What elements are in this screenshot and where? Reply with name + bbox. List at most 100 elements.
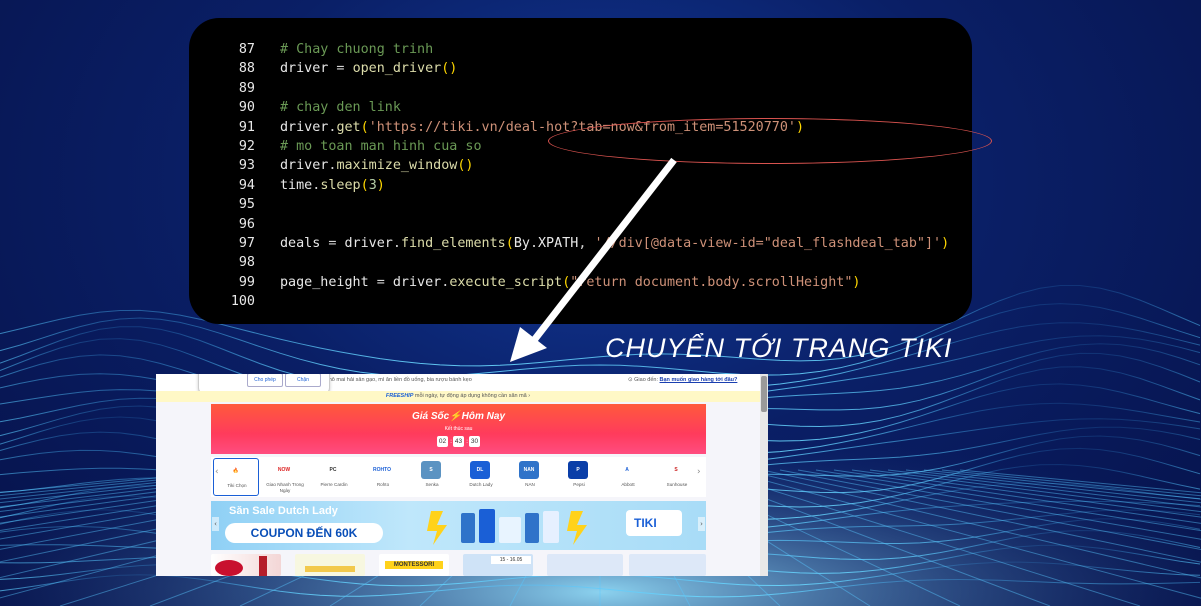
- delivery-label: Giao đến:: [634, 377, 658, 383]
- code-token: get: [336, 119, 361, 135]
- line-number: 90: [238, 100, 255, 116]
- freeship-text: mỗi ngày, tự động áp dụng không cần săn …: [414, 393, 527, 399]
- code-token: XPATH: [538, 236, 579, 251]
- timer-hours: 02: [437, 436, 448, 447]
- code-token: deals: [280, 236, 321, 251]
- brand-logo-icon: A: [617, 461, 637, 479]
- code-token: (): [457, 158, 474, 174]
- code-token: driver: [344, 236, 393, 251]
- montessori-label: MONTESSORI: [385, 561, 443, 569]
- code-token: =: [320, 236, 345, 251]
- code-text: driver.maximize_window(): [280, 156, 474, 175]
- timer-seconds: 30: [469, 436, 480, 447]
- tiki-screenshot: khô mai hải sản gạo, mì ăn liền đồ uống,…: [156, 374, 768, 576]
- brand-name: Dutch Lady: [469, 482, 493, 487]
- chevron-left-icon[interactable]: ‹: [212, 517, 219, 531]
- code-token: ): [376, 177, 385, 193]
- banner-headline: Săn Sale Dutch Lady: [229, 505, 338, 517]
- brand-tab[interactable]: NAN NAN: [507, 458, 553, 496]
- code-token: (: [505, 236, 514, 251]
- promo-tile[interactable]: [211, 554, 281, 576]
- top-categories: khô mai hải sản gạo, mì ăn liền đồ uống,…: [326, 377, 472, 383]
- code-token: .: [529, 236, 538, 251]
- brand-name: Abbott: [621, 482, 635, 487]
- code-token: driver: [280, 119, 329, 135]
- code-token: open_driver: [352, 61, 442, 77]
- timer-minutes: 43: [453, 436, 464, 447]
- chevron-left-icon[interactable]: ‹: [215, 467, 219, 477]
- timer-separator: :: [450, 437, 453, 445]
- banner-coupon: COUPON ĐẾN 60K: [225, 523, 383, 543]
- code-token: By: [513, 236, 530, 251]
- code-token: driver: [280, 61, 329, 77]
- caption-text: CHUYỂN TỚI TRANG TIKI: [605, 333, 953, 363]
- scrollbar-thumb[interactable]: [761, 376, 767, 412]
- brand-tab[interactable]: 🔥 Tiki Chọn: [213, 458, 259, 496]
- chevron-right-icon[interactable]: ›: [697, 467, 701, 477]
- brand-logo-icon: NOW: [274, 461, 294, 479]
- line-number: 88: [238, 61, 255, 77]
- line-number: 92: [238, 139, 255, 154]
- line-number: 96: [238, 216, 255, 232]
- code-token: =: [328, 61, 353, 77]
- promo-tile[interactable]: [629, 554, 706, 576]
- brand-name: Sunhouse: [666, 482, 688, 487]
- code-token: # Chay chuong trinh: [280, 42, 434, 57]
- code-token: # chay den link: [280, 100, 401, 116]
- brand-logo-icon: 🔥: [226, 462, 246, 480]
- code-token: maximize_window: [336, 158, 458, 174]
- promo-banner[interactable]: Săn Sale Dutch Lady COUPON ĐẾN 60K TIKI: [211, 501, 706, 550]
- brand-logo-icon: ROHTO: [372, 461, 392, 479]
- code-token: # mo toan man hinh cua so: [280, 139, 482, 154]
- brand-name: Tiki Chọn: [227, 483, 247, 488]
- tiki-logo: TIKI: [626, 510, 682, 536]
- brand-logo-icon: P: [568, 461, 588, 479]
- brand-tab[interactable]: NOW Giao Nhanh Trong Ngày: [262, 458, 308, 496]
- code-text: # chay den link: [280, 98, 401, 117]
- line-number: 99: [238, 274, 255, 290]
- freeship-bar[interactable]: FREESHIP mỗi ngày, tự động áp dụng không…: [156, 391, 760, 402]
- promo-tile[interactable]: 15 - 16.05: [463, 554, 533, 576]
- brand-tab[interactable]: A Abbott: [605, 458, 651, 496]
- code-token: (: [360, 177, 369, 193]
- line-number: 91: [238, 119, 255, 135]
- timer-separator: :: [466, 437, 469, 445]
- brand-logo-icon: S: [666, 461, 686, 479]
- delivery-link[interactable]: Bạn muốn giao hàng tới đâu?: [660, 377, 738, 383]
- code-token: (): [441, 61, 458, 77]
- banner-products-image: [427, 509, 587, 545]
- code-token: "return document.body.scrollHeight": [570, 274, 853, 290]
- brand-tab[interactable]: S Sunhouse: [654, 458, 700, 496]
- tile-date: 15 - 16.05: [491, 556, 531, 564]
- code-token: execute_script: [449, 274, 563, 290]
- code-text: driver = open_driver(): [280, 59, 457, 78]
- line-number: 97: [238, 236, 255, 251]
- brand-tab[interactable]: S Senka: [409, 458, 455, 496]
- brand-name: Pierre Cardin: [320, 482, 348, 487]
- brand-logo-icon: NAN: [519, 461, 539, 479]
- brand-tab[interactable]: DL Dutch Lady: [458, 458, 504, 496]
- bottom-promo-row: MONTESSORI 15 - 16.05: [211, 554, 706, 576]
- brand-tab[interactable]: PC Pierre Cardin: [311, 458, 357, 496]
- line-number: 95: [238, 197, 255, 213]
- brand-name: Rohto: [376, 482, 390, 487]
- code-token: '//div[@data-view-id="deal_flashdeal_tab…: [594, 236, 942, 251]
- brand-tab[interactable]: P Pepsi: [556, 458, 602, 496]
- promo-tile[interactable]: [547, 554, 623, 576]
- brand-name: Senka: [425, 482, 439, 487]
- delivery-location[interactable]: ⊙ Giao đến: Bạn muốn giao hàng tới đâu?: [628, 377, 737, 383]
- promo-tile[interactable]: [295, 554, 365, 576]
- code-token: time: [280, 177, 313, 193]
- code-token: driver: [280, 158, 329, 174]
- code-token: find_elements: [400, 236, 506, 251]
- promo-tile[interactable]: MONTESSORI: [379, 554, 449, 576]
- brand-tab[interactable]: ROHTO Rohto: [360, 458, 406, 496]
- allow-button[interactable]: Cho phép: [247, 374, 283, 387]
- code-text: deals = driver.find_elements(By.XPATH, '…: [280, 234, 949, 253]
- block-button[interactable]: Chặn: [285, 374, 321, 387]
- chevron-right-icon[interactable]: ›: [698, 517, 705, 531]
- brand-logo-icon: PC: [323, 461, 343, 479]
- code-text: page_height = driver.execute_script("ret…: [280, 273, 860, 292]
- line-number: 98: [238, 255, 255, 271]
- code-token: (: [360, 119, 369, 135]
